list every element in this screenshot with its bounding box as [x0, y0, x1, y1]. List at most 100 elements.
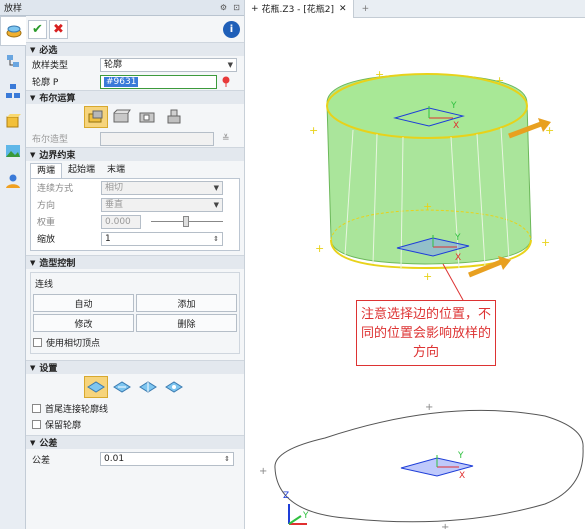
add-button[interactable]: 添加: [136, 294, 237, 312]
scale-row: 缩放 1 ⇕: [31, 230, 239, 247]
link-group: 连线 自动 添加 修改 删除 使用相切顶点: [30, 272, 240, 354]
boolean-base-icon[interactable]: [84, 106, 108, 128]
keep-profile-label: 保留轮廓: [45, 420, 82, 431]
direction-row: 方向 垂直 ▼: [31, 196, 239, 213]
tab-both-ends[interactable]: 两端: [30, 163, 63, 178]
svg-text:+: +: [423, 270, 432, 283]
panel-title: 放样: [4, 4, 23, 14]
scale-value: 1: [105, 233, 111, 244]
tolerance-row: 公差 0.01 ⇕: [26, 449, 244, 469]
info-icon[interactable]: i: [223, 20, 240, 38]
confirm-button[interactable]: ✔: [28, 19, 47, 39]
boolean-shape-label: 布尔造型: [32, 135, 69, 145]
section-required[interactable]: ▼ 必选: [26, 42, 244, 56]
tree-tab[interactable]: [0, 46, 26, 76]
tolerance-input[interactable]: 0.01 ⇕: [100, 452, 234, 466]
svg-text:+: +: [375, 68, 384, 81]
settings-icon[interactable]: ⚙: [218, 2, 229, 13]
history-tab[interactable]: [0, 76, 26, 106]
pick-icon[interactable]: [220, 75, 232, 88]
boolean-add-icon[interactable]: [110, 106, 134, 128]
section-settings-label: 设置: [39, 364, 58, 374]
double-chevron-icon[interactable]: ≚: [222, 134, 230, 144]
model-view[interactable]: X Y X Y + + + + + + + + + + + X Y Z Y: [245, 18, 585, 529]
new-tab-icon[interactable]: +: [362, 4, 370, 14]
x-axis-label: X: [455, 253, 461, 263]
pin-icon[interactable]: ⊡: [231, 2, 242, 13]
weight-label: 权重: [37, 218, 56, 228]
direction-select[interactable]: 垂直 ▼: [101, 197, 223, 212]
svg-text:+: +: [315, 242, 324, 255]
weight-input[interactable]: 0.000: [101, 214, 141, 229]
close-icon[interactable]: ✕: [339, 4, 347, 14]
section-boolean-label: 布尔运算: [39, 94, 76, 104]
settings-mode-2-icon[interactable]: [110, 376, 134, 398]
settings-mode-3-icon[interactable]: [136, 376, 160, 398]
tab-end[interactable]: 末端: [101, 163, 131, 178]
section-shape[interactable]: ▼ 造型控制: [26, 255, 244, 269]
keep-profile-option[interactable]: 保留轮廓: [26, 416, 244, 432]
cancel-button[interactable]: ✖: [49, 19, 68, 39]
part-tab[interactable]: [0, 106, 26, 136]
loft-type-value: 轮廓: [104, 59, 123, 70]
boundary-body: 连续方式 相切 ▼ 方向 垂直 ▼ 权重 0.000 缩放 1 ⇕: [30, 179, 240, 251]
keep-profile-checkbox[interactable]: [32, 419, 41, 429]
feature-tab[interactable]: [0, 16, 26, 46]
section-boundary[interactable]: ▼ 边界约束: [26, 147, 244, 161]
svg-text:+: +: [423, 200, 432, 213]
settings-mode-1-icon[interactable]: [84, 376, 108, 398]
boolean-shape-input[interactable]: [100, 131, 214, 146]
tab-start[interactable]: 起始端: [62, 163, 101, 178]
section-boolean[interactable]: ▼ 布尔运算: [26, 90, 244, 104]
side-tabs: [0, 16, 26, 529]
svg-text:+: +: [309, 124, 318, 137]
panel-titlebar: 放样 ⚙ ⊡: [0, 0, 244, 16]
settings-mode-4-icon[interactable]: [162, 376, 186, 398]
direction-value: 垂直: [105, 199, 124, 210]
boolean-shape-row: 布尔造型 ≚: [26, 130, 244, 147]
auto-button[interactable]: 自动: [33, 294, 134, 312]
document-tab[interactable]: + 花瓶.Z3 - [花瓶2] ✕: [245, 0, 354, 18]
chevron-down-icon: ▼: [227, 60, 233, 69]
global-y-axis-icon: [288, 515, 302, 525]
graphics-area[interactable]: + 花瓶.Z3 - [花瓶2] ✕ + X Y X Y + + + + + + + +: [244, 0, 585, 529]
svg-text:+: +: [545, 124, 554, 137]
boolean-remove-icon[interactable]: [136, 106, 160, 128]
view-tab[interactable]: [0, 136, 26, 166]
note-pointer: [442, 263, 464, 301]
tangent-vertex-option[interactable]: 使用相切顶点: [33, 332, 237, 351]
svg-text:+: +: [541, 236, 550, 249]
section-shape-label: 造型控制: [39, 259, 76, 269]
section-required-label: 必选: [39, 46, 58, 56]
link-group-title: 连线: [35, 280, 54, 290]
profile-row: 轮廓 P #9631: [26, 73, 244, 90]
section-settings[interactable]: ▼ 设置: [26, 360, 244, 374]
user-tab[interactable]: [0, 166, 26, 196]
chevron-down-icon: ▼: [213, 200, 219, 209]
boolean-intersect-icon[interactable]: [162, 106, 186, 128]
weight-slider-handle[interactable]: [183, 216, 189, 227]
tangent-vertex-checkbox[interactable]: [33, 338, 42, 347]
section-tolerance[interactable]: ▼ 公差: [26, 435, 244, 449]
document-tab-label: 花瓶.Z3 - [花瓶2]: [261, 5, 335, 15]
global-z-label: Z: [283, 491, 289, 501]
loft-type-select[interactable]: 轮廓 ▼: [100, 57, 237, 72]
spinner-icon[interactable]: ⇕: [224, 453, 230, 465]
scale-input[interactable]: 1 ⇕: [101, 231, 223, 246]
profile-input[interactable]: #9631: [100, 74, 217, 89]
section-boundary-label: 边界约束: [39, 151, 76, 161]
svg-text:+: +: [425, 402, 433, 413]
annotation-note: 注意选择边的位置，不同的位置会影响放样的方向: [356, 300, 496, 366]
x-axis-label: X: [453, 121, 459, 131]
delete-button[interactable]: 删除: [136, 314, 237, 332]
y-axis-label: Y: [450, 101, 457, 111]
svg-text:+: +: [495, 74, 504, 87]
x-axis-label: X: [459, 471, 465, 481]
connect-select[interactable]: 相切 ▼: [101, 180, 223, 195]
tolerance-label: 公差: [32, 455, 51, 466]
modify-button[interactable]: 修改: [33, 314, 134, 332]
connect-ends-checkbox[interactable]: [32, 403, 41, 413]
spinner-icon[interactable]: ⇕: [213, 233, 219, 245]
connect-ends-option[interactable]: 首尾连接轮廓线: [26, 400, 244, 416]
tangent-vertex-label: 使用相切顶点: [46, 339, 101, 349]
